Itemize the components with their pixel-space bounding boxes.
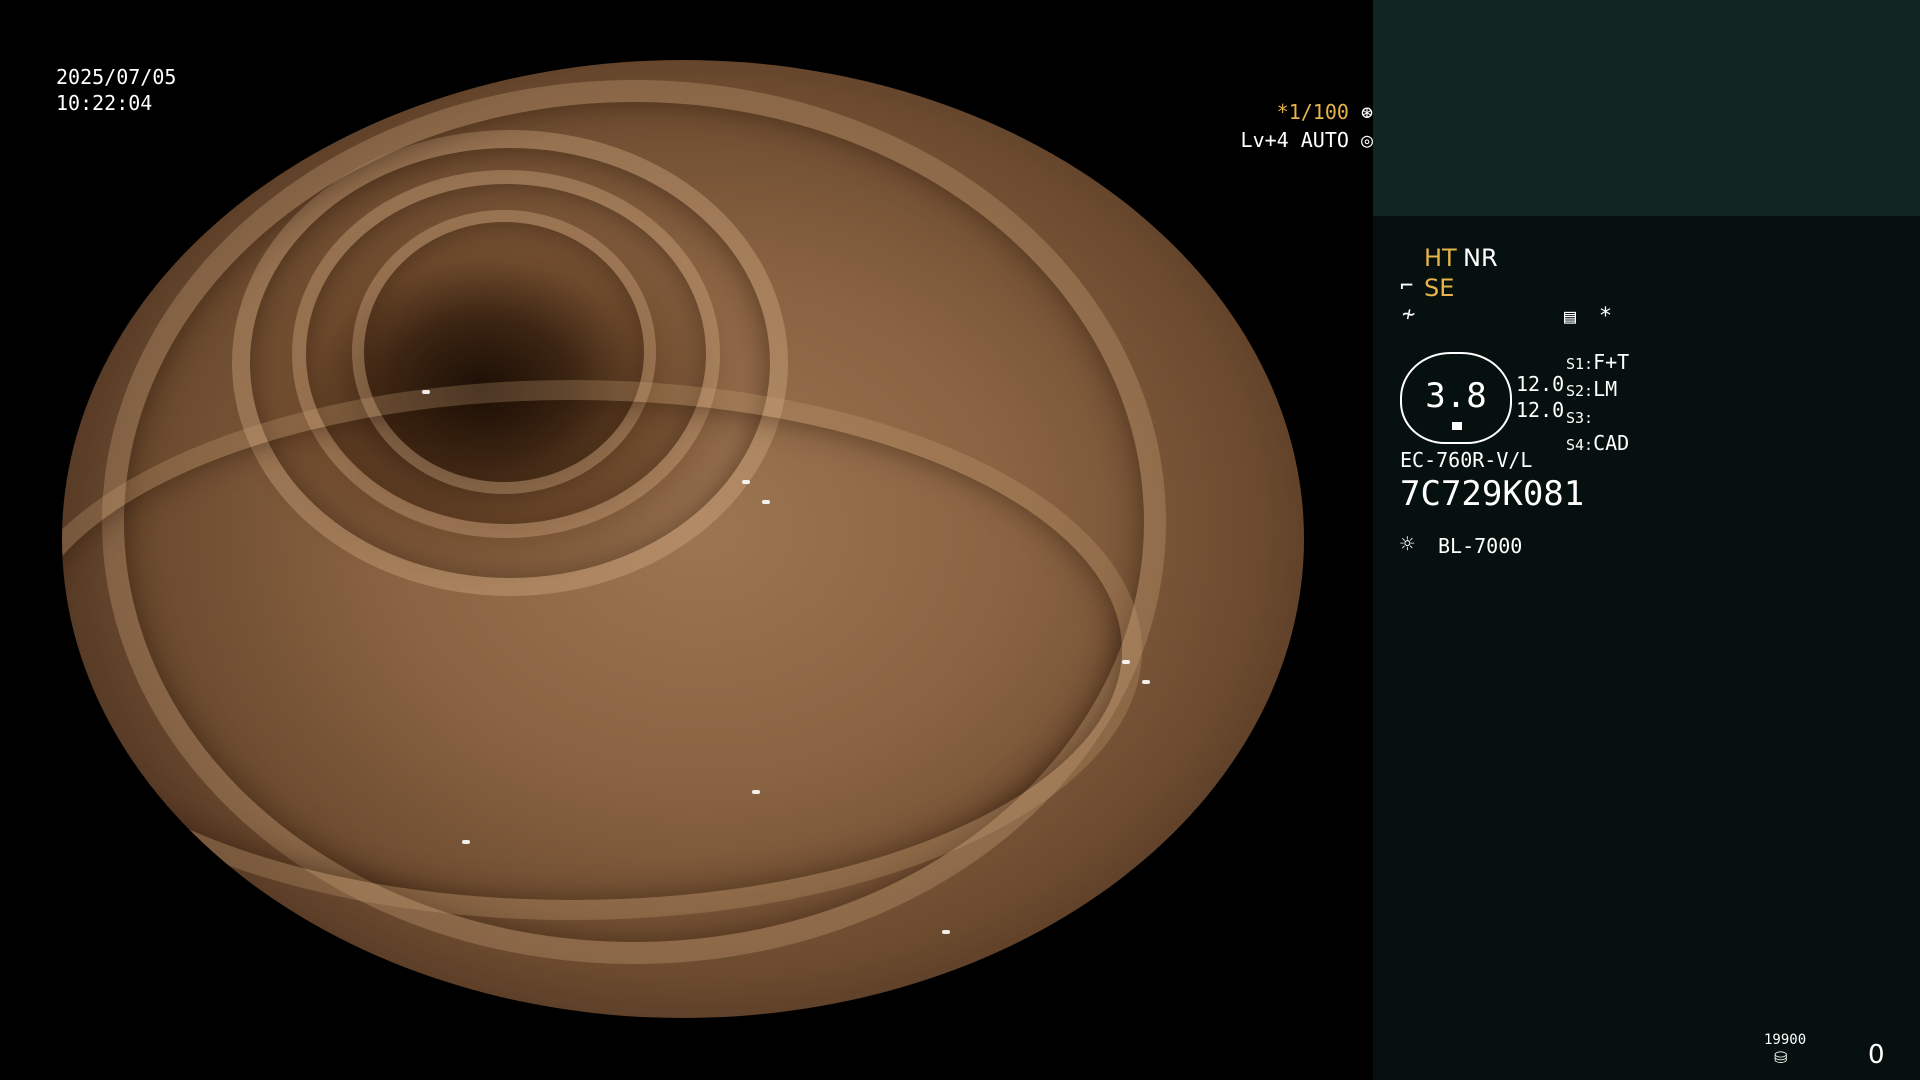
switch-item: S3: — [1566, 409, 1594, 427]
specular-glint — [942, 930, 950, 934]
light-source-model: BL-7000 — [1438, 534, 1523, 558]
storage-icon: ⛁ — [1774, 1048, 1788, 1067]
colon-endoscopic-image — [62, 60, 1304, 1018]
scope-model: EC-760R-V/L — [1400, 448, 1533, 472]
light-source-icon: ☼ — [1400, 530, 1415, 558]
storage-capacity: 19900 — [1764, 1032, 1807, 1048]
nr-indicator: NR — [1463, 244, 1498, 272]
specular-glint — [752, 790, 760, 794]
specular-glint — [442, 60, 450, 64]
iris-level: Lv+4 AUTO — [1240, 128, 1349, 152]
switch-item: S2:LM — [1566, 377, 1618, 401]
gauge-marker — [1452, 422, 1462, 430]
switch-item: S1:F+T — [1566, 350, 1630, 374]
switch-item: S4:CAD — [1566, 431, 1630, 455]
asterisk-indicator: * — [1600, 304, 1611, 329]
scope-image-clip — [0, 60, 1373, 1018]
structure-icon: ≁ — [1402, 302, 1416, 327]
endoscope-viewport: 2025/07/05 10:22:04 *1/100 ⊛ Lv+4 AUTO ◎ — [0, 0, 1373, 1080]
shutter-speed: *1/100 — [1276, 100, 1349, 124]
shutter-icon: ⊛ — [1348, 100, 1373, 124]
panel-header-area — [1373, 0, 1920, 216]
specular-glint — [1142, 680, 1150, 684]
info-panel — [1373, 216, 1920, 1080]
gauge-value: 3.8 — [1425, 376, 1487, 416]
specular-glint — [742, 480, 750, 484]
pressure-gauge: 3.8 — [1400, 352, 1512, 444]
date-text: 2025/07/05 — [56, 65, 177, 89]
se-indicator: SE — [1424, 274, 1455, 302]
capture-counter: 0 — [1868, 1040, 1885, 1070]
enhance-icon: ⌐ — [1400, 274, 1414, 299]
ht-indicator: HT — [1424, 244, 1457, 272]
specular-glint — [462, 840, 470, 844]
iris-icon: ◎ — [1348, 128, 1373, 152]
specular-glint — [1122, 660, 1130, 664]
switch-list: S1:F+T S2:LM S3: S4:CAD — [1566, 350, 1629, 458]
specular-glint — [762, 500, 770, 504]
memo-icon: ▤ — [1564, 304, 1577, 328]
exposure-info: *1/100 ⊛ Lv+4 AUTO ◎ — [51, 98, 1373, 154]
gauge-reading-b: 12.0 — [1516, 398, 1565, 422]
scope-serial: 7C729K081 — [1400, 474, 1585, 514]
specular-glint — [422, 390, 430, 394]
gauge-reading-a: 12.0 — [1516, 372, 1565, 396]
